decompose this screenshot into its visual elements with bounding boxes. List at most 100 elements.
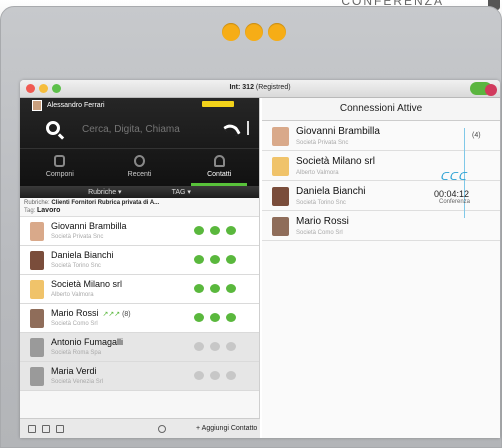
notification-badge[interactable] xyxy=(485,84,497,96)
transfer-action-icon[interactable] xyxy=(226,255,236,264)
tag-line-label: Tag: xyxy=(24,208,36,214)
call-history-badge: ↗↗↗ (8) xyxy=(102,311,131,318)
card-view-icon[interactable] xyxy=(56,425,64,433)
contact-avatar xyxy=(30,367,44,386)
contact-avatar xyxy=(30,309,44,328)
contact-actions xyxy=(194,371,236,380)
party-name: Giovanni Brambilla xyxy=(296,126,380,137)
contact-name: Daniela Bianchi xyxy=(51,250,114,260)
contact-avatar xyxy=(30,222,44,241)
clock-icon xyxy=(134,155,145,167)
contact-company: Società Venezia Srl xyxy=(51,379,104,385)
contact-avatar xyxy=(30,251,44,270)
party-avatar xyxy=(272,157,289,176)
call-action-icon[interactable] xyxy=(194,284,204,293)
transfer-action-icon[interactable] xyxy=(226,226,236,235)
chat-action-icon[interactable] xyxy=(210,255,220,264)
tag-filter[interactable]: TAG ▾ xyxy=(172,188,191,196)
call-action-icon[interactable] xyxy=(194,255,204,264)
party-avatar xyxy=(272,187,289,206)
list-item[interactable]: Maria Verdi Società Venezia Srl xyxy=(20,362,259,391)
list-item[interactable]: Società Milano srl Alberto Valmora xyxy=(20,275,259,304)
party-company: Società Torino Snc xyxy=(296,200,346,206)
title-bar: Int: 312 (Registred) xyxy=(20,80,500,98)
call-action-icon[interactable] xyxy=(194,226,204,235)
list-item[interactable]: Giovanni Brambilla Società Privata Snc xyxy=(20,217,259,246)
party-name: Società Milano srl xyxy=(296,156,375,167)
chat-action-icon[interactable] xyxy=(210,284,220,293)
presence-badge[interactable] xyxy=(202,101,234,107)
contact-actions xyxy=(194,226,236,235)
person-icon xyxy=(213,155,225,167)
dot-icon xyxy=(268,23,286,41)
contact-company: Società Como Srl xyxy=(51,321,98,327)
tab-label: Recenti xyxy=(127,171,152,178)
rubriche-filter[interactable]: Rubriche ▾ xyxy=(88,188,121,196)
party-company: Società Como Srl xyxy=(296,230,343,236)
breadcrumb: Rubriche: Clienti Fornitori Rubrica priv… xyxy=(20,198,259,206)
tag-value: Lavoro xyxy=(37,207,61,214)
contact-name: Antonio Fumagalli xyxy=(51,337,124,347)
chat-action-icon[interactable] xyxy=(210,226,220,235)
tab-componi[interactable]: Componi xyxy=(20,149,100,186)
transfer-action-icon[interactable] xyxy=(226,284,236,293)
contact-company: Società Privata Snc xyxy=(51,234,104,240)
list-view-icon[interactable] xyxy=(28,425,36,433)
profile-icon[interactable] xyxy=(247,121,252,135)
tag-line: Tag: Lavoro xyxy=(20,206,259,217)
call-count: (8) xyxy=(122,311,131,318)
breadcrumb-item[interactable]: Clienti xyxy=(51,200,69,206)
chat-action-icon[interactable] xyxy=(210,342,220,351)
search-icon[interactable] xyxy=(46,121,60,135)
party-company: Alberto Valmora xyxy=(296,170,339,176)
registration-status: (Registred) xyxy=(255,84,291,91)
dot-icon xyxy=(222,23,240,41)
contact-actions xyxy=(194,284,236,293)
grid-view-icon[interactable] xyxy=(42,425,50,433)
call-action-icon[interactable] xyxy=(194,371,204,380)
contacts-panel: Alessandro Ferrari Componi Recenti xyxy=(20,98,260,438)
tab-contatti[interactable]: Contatti xyxy=(179,149,259,186)
list-item[interactable]: Mario Rossi ↗↗↗ (8) Società Como Srl xyxy=(20,304,259,333)
transfer-action-icon[interactable] xyxy=(226,342,236,351)
search-row xyxy=(20,112,259,148)
search-small-icon[interactable] xyxy=(158,425,166,433)
tab-recenti[interactable]: Recenti xyxy=(100,149,180,186)
contact-name: Maria Verdi xyxy=(51,366,97,376)
window-dots xyxy=(222,23,286,41)
window-title: Int: 312 (Registred) xyxy=(20,84,500,91)
connections-title: Connessioni Attive xyxy=(262,98,500,121)
chat-action-icon[interactable] xyxy=(210,313,220,322)
contact-company: Società Roma Spa xyxy=(51,350,102,356)
conference-label: Conferenza xyxy=(439,199,471,205)
party-company: Società Privata Snc xyxy=(296,140,349,146)
tab-label: Contatti xyxy=(207,171,232,178)
chat-action-icon[interactable] xyxy=(210,371,220,380)
call-icon[interactable] xyxy=(223,120,241,140)
contact-actions xyxy=(194,342,236,351)
contact-company: Alberto Valmora xyxy=(51,292,94,298)
contact-name: Mario Rossi ↗↗↗ (8) xyxy=(51,308,131,318)
party-name: Mario Rossi xyxy=(296,216,349,227)
user-avatar xyxy=(32,99,42,111)
contact-avatar xyxy=(30,338,44,357)
contact-name-text: Mario Rossi xyxy=(51,308,99,318)
party-avatar xyxy=(272,127,289,146)
conference-icon: ᑕᑕᑕ xyxy=(440,171,468,183)
nav-tabs: Componi Recenti Contatti xyxy=(20,148,259,186)
call-action-icon[interactable] xyxy=(194,313,204,322)
breadcrumb-item[interactable]: Rubrica privata di A... xyxy=(98,200,159,206)
breadcrumb-item[interactable]: Fornitori xyxy=(71,200,96,206)
call-action-icon[interactable] xyxy=(194,342,204,351)
list-item[interactable]: Antonio Fumagalli Società Roma Spa xyxy=(20,333,259,362)
dot-icon xyxy=(245,23,263,41)
search-input[interactable] xyxy=(82,124,212,135)
add-contact-button[interactable]: + Aggiungi Contatto xyxy=(196,425,257,432)
contact-list: Giovanni Brambilla Società Privata Snc D… xyxy=(20,217,259,391)
bottom-toolbar: + Aggiungi Contatto xyxy=(20,418,260,438)
transfer-action-icon[interactable] xyxy=(226,313,236,322)
party-name: Daniela Bianchi xyxy=(296,186,366,197)
transfer-action-icon[interactable] xyxy=(226,371,236,380)
breadcrumb-label: Rubriche: xyxy=(24,200,50,206)
list-item[interactable]: Daniela Bianchi Società Torino Snc xyxy=(20,246,259,275)
